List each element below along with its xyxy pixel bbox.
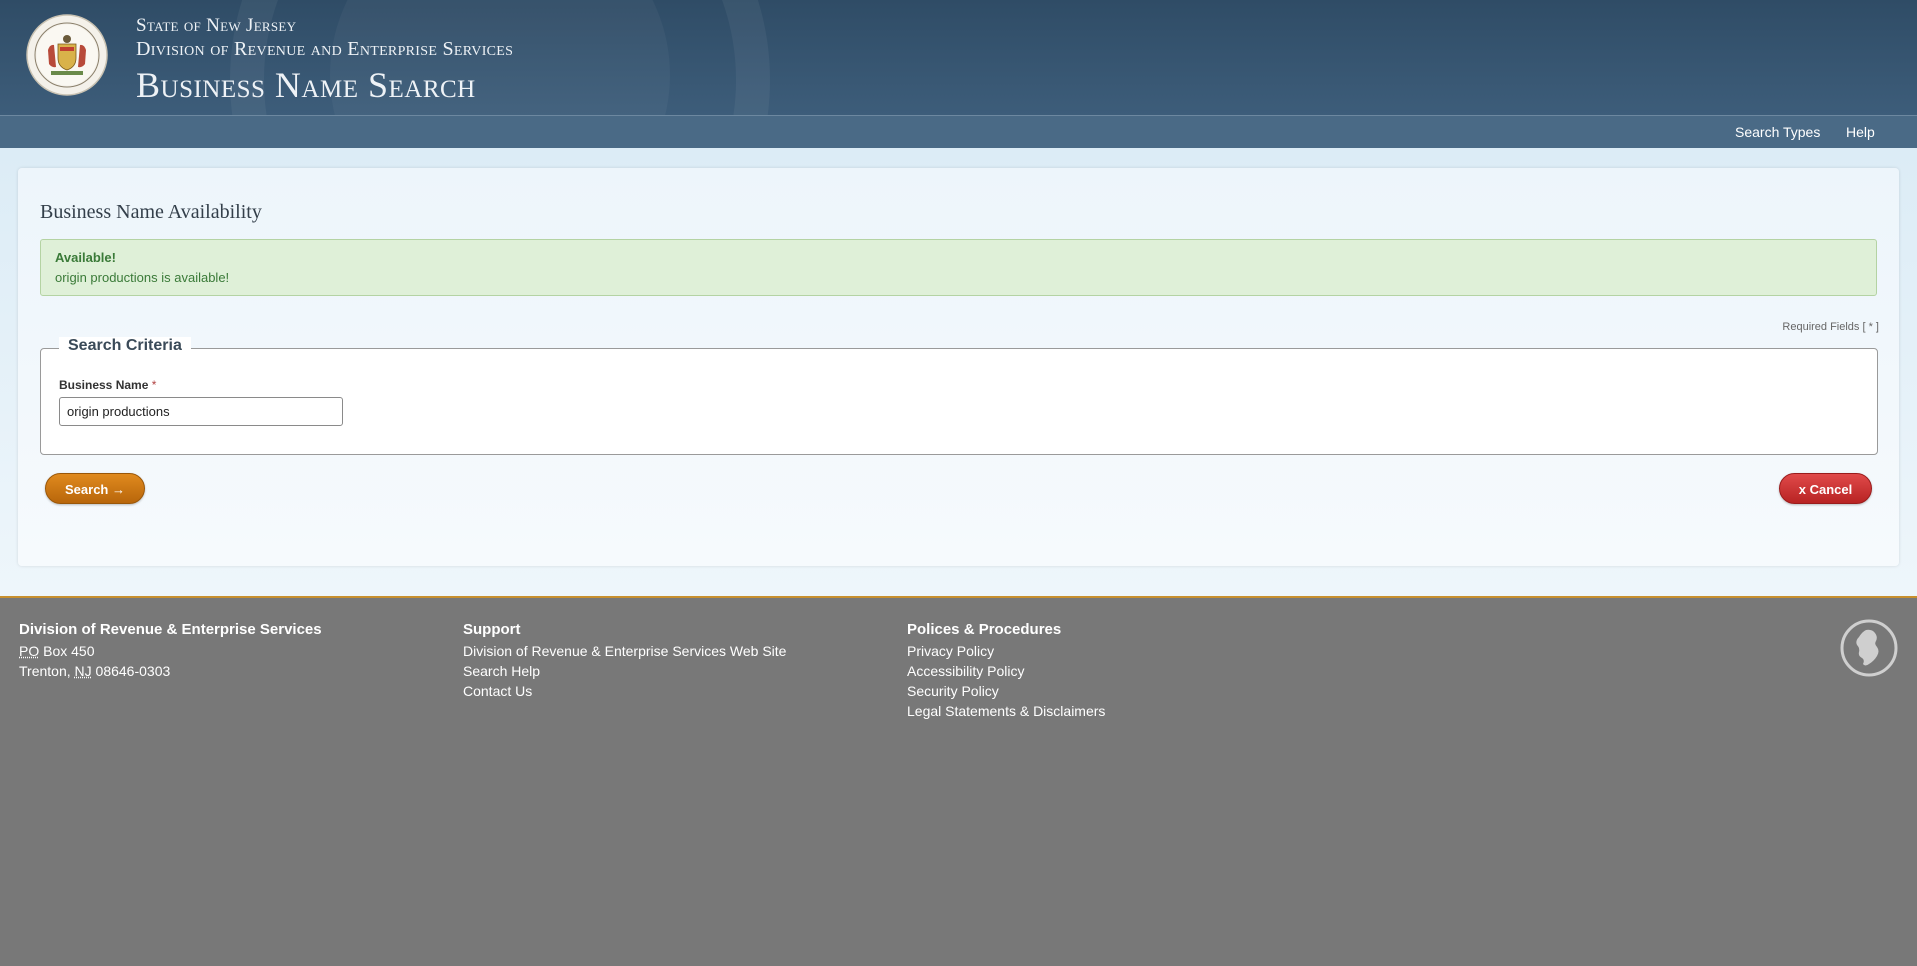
footer-support-heading: Support — [463, 621, 521, 638]
alert-heading: Available! — [55, 250, 116, 265]
nj-state-seal-icon — [26, 14, 108, 96]
footer-link-security[interactable]: Security Policy — [907, 681, 1105, 701]
cancel-button[interactable]: x Cancel — [1779, 473, 1872, 504]
search-criteria-legend: Search Criteria — [59, 337, 191, 355]
footer-link-contact-us[interactable]: Contact Us — [463, 681, 786, 701]
header-titles: State of New Jersey Division of Revenue … — [136, 14, 513, 105]
top-navbar: Search Types Help — [0, 115, 1917, 148]
footer-contact-heading: Division of Revenue & Enterprise Service… — [19, 621, 322, 638]
po-abbr: PO — [19, 643, 40, 659]
site-header: State of New Jersey Division of Revenue … — [0, 0, 1917, 115]
search-button[interactable]: Search → — [45, 473, 145, 504]
footer-link-accessibility[interactable]: Accessibility Policy — [907, 661, 1105, 681]
nav-search-types[interactable]: Search Types — [1735, 124, 1820, 140]
footer-policies-heading: Polices & Procedures — [907, 621, 1062, 638]
footer-link-privacy[interactable]: Privacy Policy — [907, 641, 1105, 661]
footer-contact: Division of Revenue & Enterprise Service… — [19, 620, 322, 681]
footer-support: Support Division of Revenue & Enterprise… — [463, 620, 786, 701]
nj-state-outline-icon[interactable] — [1839, 618, 1899, 678]
header-state: State of New Jersey — [136, 15, 297, 36]
footer-link-search-help[interactable]: Search Help — [463, 661, 786, 681]
footer-link-dores-site[interactable]: Division of Revenue & Enterprise Service… — [463, 641, 786, 661]
alert-message: origin productions is available! — [55, 270, 230, 285]
footer-link-legal[interactable]: Legal Statements & Disclaimers — [907, 701, 1105, 721]
section-title: Business Name Availability — [40, 201, 262, 223]
footer-policies: Polices & Procedures Privacy Policy Acce… — [907, 620, 1105, 721]
business-name-label-text: Business Name — [59, 378, 149, 392]
city-name: Trenton, — [19, 663, 75, 679]
business-name-input[interactable] — [59, 397, 343, 426]
zip-code: 08646-0303 — [91, 663, 171, 679]
availability-alert: Available! origin productions is availab… — [40, 239, 1877, 296]
business-name-label: Business Name * — [59, 378, 156, 392]
state-abbr: NJ — [74, 663, 92, 679]
po-box-number: Box 450 — [39, 643, 95, 659]
header-division: Division of Revenue and Enterprise Servi… — [136, 38, 514, 60]
footer-city: Trenton, NJ 08646-0303 — [19, 661, 322, 681]
nav-help[interactable]: Help — [1846, 124, 1875, 140]
footer-po-box: PO Box 450 — [19, 641, 322, 661]
required-fields-note: Required Fields [ * ] — [1782, 321, 1879, 333]
required-marker: * — [151, 378, 157, 392]
page-title: Business Name Search — [136, 65, 476, 105]
